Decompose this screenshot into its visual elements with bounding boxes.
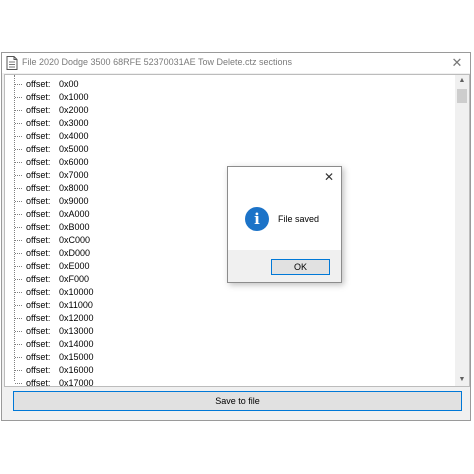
tree-branch-line bbox=[15, 383, 22, 384]
scroll-down-icon[interactable]: ▼ bbox=[457, 375, 467, 385]
offset-label: offset: bbox=[26, 261, 51, 271]
offset-label: offset: bbox=[26, 287, 51, 297]
tree-branch-line bbox=[15, 357, 22, 358]
offset-value: 0x16000 bbox=[59, 365, 94, 375]
offset-value: 0x4000 bbox=[59, 131, 89, 141]
offset-value: 0x14000 bbox=[59, 339, 94, 349]
tree-branch-line bbox=[15, 162, 22, 163]
offset-label: offset: bbox=[26, 92, 51, 102]
dialog-close-icon[interactable]: ✕ bbox=[322, 170, 336, 184]
offset-label: offset: bbox=[26, 131, 51, 141]
offset-value: 0x13000 bbox=[59, 326, 94, 336]
tree-branch-line bbox=[15, 305, 22, 306]
offset-value: 0x17000 bbox=[59, 378, 94, 387]
tree-branch-line bbox=[15, 331, 22, 332]
tree-branch-line bbox=[15, 110, 22, 111]
offset-label: offset: bbox=[26, 248, 51, 258]
offset-label: offset: bbox=[26, 79, 51, 89]
offset-value: 0xF000 bbox=[59, 274, 90, 284]
offset-value: 0x00 bbox=[59, 79, 79, 89]
offset-label: offset: bbox=[26, 196, 51, 206]
title-bar[interactable]: File 2020 Dodge 3500 68RFE 52370031AE To… bbox=[2, 53, 470, 73]
offset-value: 0x8000 bbox=[59, 183, 89, 193]
tree-branch-line bbox=[15, 279, 22, 280]
dialog-message: File saved bbox=[278, 214, 320, 224]
vertical-scrollbar[interactable]: ▲ ▼ bbox=[455, 75, 469, 386]
offset-value: 0x12000 bbox=[59, 313, 94, 323]
offset-value: 0x11000 bbox=[59, 300, 93, 310]
tree-branch-line bbox=[15, 149, 22, 150]
document-icon bbox=[6, 56, 18, 70]
offset-value: 0xC000 bbox=[59, 235, 91, 245]
offset-value: 0x2000 bbox=[59, 105, 89, 115]
offset-value: 0x1000 bbox=[59, 92, 89, 102]
offset-label: offset: bbox=[26, 365, 51, 375]
offset-label: offset: bbox=[26, 352, 51, 362]
offset-label: offset: bbox=[26, 118, 51, 128]
tree-branch-line bbox=[15, 266, 22, 267]
offset-value: 0x9000 bbox=[59, 196, 89, 206]
tree-branch-line bbox=[15, 123, 22, 124]
offset-value: 0x15000 bbox=[59, 352, 94, 362]
info-icon: i bbox=[245, 207, 269, 231]
window-title: File 2020 Dodge 3500 68RFE 52370031AE To… bbox=[22, 57, 293, 67]
tree-branch-line bbox=[15, 84, 22, 85]
tree-branch-line bbox=[15, 201, 22, 202]
tree-branch-line bbox=[15, 318, 22, 319]
offset-value: 0xD000 bbox=[59, 248, 91, 258]
offset-label: offset: bbox=[26, 313, 51, 323]
offset-value: 0xA000 bbox=[59, 209, 90, 219]
offset-label: offset: bbox=[26, 274, 51, 284]
offset-value: 0x5000 bbox=[59, 144, 89, 154]
close-icon[interactable]: ✕ bbox=[448, 54, 466, 72]
offset-value: 0x10000 bbox=[59, 287, 94, 297]
offset-label: offset: bbox=[26, 144, 51, 154]
tree-branch-line bbox=[15, 344, 22, 345]
tree-branch-line bbox=[15, 240, 22, 241]
save-to-file-button[interactable]: Save to file bbox=[13, 391, 462, 411]
offset-label: offset: bbox=[26, 378, 51, 387]
offset-value: 0x3000 bbox=[59, 118, 89, 128]
tree-branch-line bbox=[15, 214, 22, 215]
offset-value: 0xE000 bbox=[59, 261, 90, 271]
tree-branch-line bbox=[15, 136, 22, 137]
offset-label: offset: bbox=[26, 222, 51, 232]
tree-branch-line bbox=[15, 370, 22, 371]
tree-branch-line bbox=[15, 175, 22, 176]
offset-label: offset: bbox=[26, 105, 51, 115]
ok-button[interactable]: OK bbox=[271, 259, 330, 275]
scroll-up-icon[interactable]: ▲ bbox=[457, 76, 467, 86]
offset-label: offset: bbox=[26, 339, 51, 349]
tree-branch-line bbox=[15, 253, 22, 254]
offset-label: offset: bbox=[26, 235, 51, 245]
offset-value: 0x6000 bbox=[59, 157, 89, 167]
scroll-thumb[interactable] bbox=[457, 89, 467, 103]
offset-label: offset: bbox=[26, 183, 51, 193]
tree-branch-line bbox=[15, 97, 22, 98]
offset-value: 0xB000 bbox=[59, 222, 90, 232]
file-saved-dialog: ✕ i File saved OK bbox=[227, 166, 342, 283]
offset-label: offset: bbox=[26, 170, 51, 180]
tree-branch-line bbox=[15, 188, 22, 189]
tree-connector-line bbox=[14, 75, 15, 381]
offset-label: offset: bbox=[26, 326, 51, 336]
tree-branch-line bbox=[15, 227, 22, 228]
tree-branch-line bbox=[15, 292, 22, 293]
dialog-body: ✕ i File saved bbox=[228, 167, 341, 250]
offset-value: 0x7000 bbox=[59, 170, 89, 180]
offset-label: offset: bbox=[26, 300, 51, 310]
offset-label: offset: bbox=[26, 157, 51, 167]
offset-label: offset: bbox=[26, 209, 51, 219]
